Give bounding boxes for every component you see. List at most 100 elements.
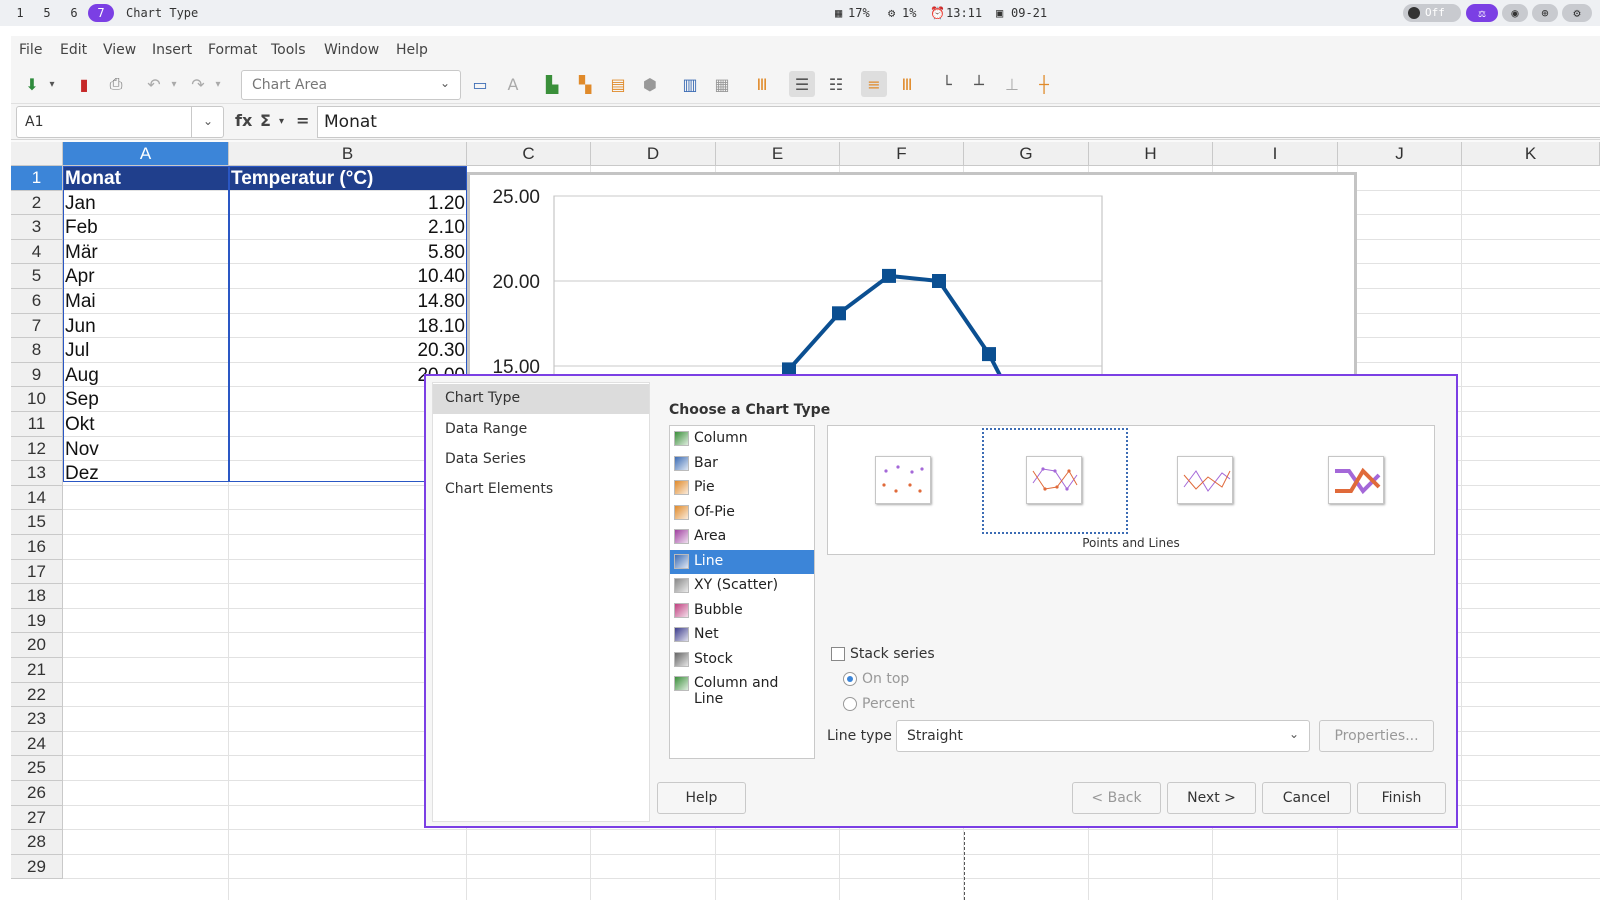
workspace-7[interactable]: 7	[88, 4, 114, 22]
row-header-4[interactable]: 4	[11, 239, 63, 265]
save-icon[interactable]: ⬇	[19, 71, 45, 97]
chart-type-net[interactable]: Net	[670, 623, 814, 647]
3d-view-icon[interactable]: ⬢	[637, 71, 663, 97]
next-button[interactable]: Next >	[1167, 782, 1256, 814]
data-table-icon[interactable]: ▦	[709, 71, 735, 97]
save-dropdown-icon[interactable]: ▾	[45, 71, 59, 97]
sum-dropdown-icon[interactable]: ▾	[279, 116, 284, 127]
variant-lines-only[interactable]	[1177, 456, 1233, 504]
cancel-button[interactable]: Cancel	[1262, 782, 1351, 814]
chart-titles-icon[interactable]: ▚	[572, 71, 598, 97]
row-header-2[interactable]: 2	[11, 190, 63, 216]
formula-equals-icon[interactable]: =	[296, 111, 309, 130]
row-header-1[interactable]: 1	[11, 166, 63, 191]
variant-points-only[interactable]	[875, 456, 931, 504]
row-header-24[interactable]: 24	[11, 731, 63, 757]
row-header-23[interactable]: 23	[11, 707, 63, 732]
eye-off-icon[interactable]: ◉	[1502, 4, 1528, 22]
row-header-15[interactable]: 15	[11, 510, 63, 535]
chart-variant-gallery[interactable]: Points and Lines	[827, 425, 1435, 555]
row-header-28[interactable]: 28	[11, 830, 63, 855]
row-header-19[interactable]: 19	[11, 608, 63, 634]
row-header-11[interactable]: 11	[11, 412, 63, 437]
row-header-14[interactable]: 14	[11, 485, 63, 511]
chart-type-pie[interactable]: Pie	[670, 476, 814, 500]
column-header-f[interactable]: F	[840, 142, 964, 166]
settings-icon[interactable]: ⚙	[1562, 4, 1592, 22]
column-header-a[interactable]: A	[63, 142, 229, 166]
text-format-icon[interactable]: A	[500, 71, 526, 97]
chart-type-column[interactable]: Column	[670, 427, 814, 451]
menu-format[interactable]: Format	[208, 42, 257, 58]
step-chart-type[interactable]: Chart Type	[433, 384, 649, 414]
variant-3d-lines[interactable]	[1328, 456, 1384, 504]
row-header-13[interactable]: 13	[11, 461, 63, 486]
menu-tools[interactable]: Tools	[271, 42, 306, 58]
row-header-10[interactable]: 10	[11, 387, 63, 412]
name-box-chevron-icon[interactable]: ⌄	[191, 106, 224, 138]
row-header-3[interactable]: 3	[11, 215, 63, 240]
data-point-jul[interactable]	[882, 268, 896, 283]
percent-radio[interactable]	[843, 697, 857, 711]
column-header-g[interactable]: G	[964, 142, 1089, 166]
row-header-29[interactable]: 29	[11, 854, 63, 880]
axis-x-icon[interactable]: └	[934, 71, 960, 97]
data-ranges-icon[interactable]: ▥	[677, 71, 703, 97]
menu-help[interactable]: Help	[396, 42, 428, 58]
workspace-6[interactable]: 6	[66, 4, 82, 22]
row-header-16[interactable]: 16	[11, 535, 63, 560]
row-header-5[interactable]: 5	[11, 264, 63, 289]
column-header-i[interactable]: I	[1213, 142, 1338, 166]
undo-dropdown-icon[interactable]: ▾	[167, 71, 181, 97]
column-header-k[interactable]: K	[1462, 142, 1600, 166]
menu-insert[interactable]: Insert	[152, 42, 192, 58]
globe-icon[interactable]: ⊕	[1532, 4, 1558, 22]
align-text-icon[interactable]: ☷	[823, 71, 849, 97]
column-header-d[interactable]: D	[591, 142, 716, 166]
print-icon[interactable]: ⎙	[103, 71, 129, 97]
row-header-26[interactable]: 26	[11, 781, 63, 806]
row-header-27[interactable]: 27	[11, 805, 63, 831]
data-point-sep[interactable]	[982, 347, 996, 362]
all-axes-icon[interactable]: ┼	[1031, 71, 1057, 97]
row-header-25[interactable]: 25	[11, 756, 63, 781]
axis-z-icon[interactable]: ⊥	[999, 71, 1025, 97]
row-header-21[interactable]: 21	[11, 658, 63, 683]
formula-input[interactable]: Monat	[317, 106, 1600, 138]
column-header-b[interactable]: B	[229, 142, 467, 166]
horizontal-grids-icon[interactable]: ≡	[861, 71, 887, 97]
menu-window[interactable]: Window	[324, 42, 379, 58]
chart-type-area[interactable]: Area	[670, 525, 814, 549]
toggle-switch[interactable]: Off	[1403, 4, 1461, 22]
format-selection-icon[interactable]: ▭	[467, 71, 493, 97]
row-header-7[interactable]: 7	[11, 313, 63, 339]
chart-type-bar[interactable]: Bar	[670, 452, 814, 476]
column-header-j[interactable]: J	[1338, 142, 1462, 166]
chart-type-bubble[interactable]: Bubble	[670, 599, 814, 623]
undo-icon[interactable]: ↶	[141, 71, 167, 97]
balance-icon[interactable]: ⚖	[1466, 4, 1498, 22]
row-header-6[interactable]: 6	[11, 289, 63, 314]
row-header-22[interactable]: 22	[11, 682, 63, 708]
step-data-range[interactable]: Data Range	[433, 415, 649, 445]
legend-on-off-icon[interactable]: ☰	[789, 71, 815, 97]
chart-element-select[interactable]: Chart Area ⌄	[241, 70, 461, 100]
chart-type-column-and-line[interactable]: Column and Line	[670, 672, 814, 707]
sum-icon[interactable]: Σ	[260, 111, 271, 130]
finish-button[interactable]: Finish	[1357, 782, 1446, 814]
variant-points-and-lines[interactable]	[1026, 456, 1082, 504]
select-all-corner[interactable]	[11, 142, 63, 166]
step-data-series[interactable]: Data Series	[433, 445, 649, 475]
chart-type-xy-scatter[interactable]: XY (Scatter)	[670, 574, 814, 598]
on-top-radio[interactable]	[843, 672, 857, 686]
vertical-grids-icon[interactable]: Ⅲ	[894, 71, 920, 97]
workspace-5[interactable]: 5	[39, 4, 55, 22]
row-header-17[interactable]: 17	[11, 559, 63, 585]
menu-edit[interactable]: Edit	[60, 42, 87, 58]
menu-view[interactable]: View	[103, 42, 136, 58]
help-button[interactable]: Help	[657, 782, 746, 814]
axis-y-icon[interactable]: ┴	[966, 71, 992, 97]
row-header-20[interactable]: 20	[11, 633, 63, 658]
chart-wall-icon[interactable]: ▤	[605, 71, 631, 97]
data-point-aug[interactable]	[932, 274, 946, 288]
